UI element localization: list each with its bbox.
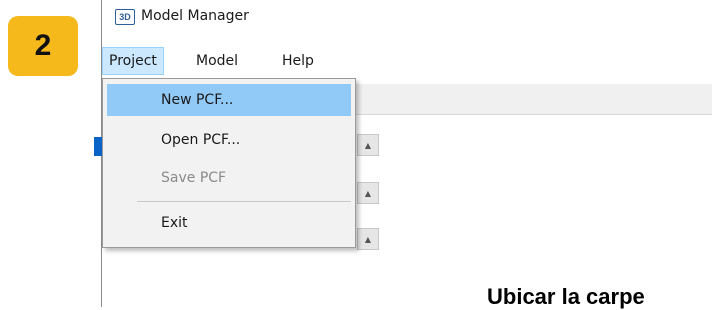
triangle-up-icon: ▲ [364, 188, 372, 198]
scroll-up-button[interactable]: ▲ [357, 228, 379, 250]
scroll-up-button[interactable]: ▲ [357, 182, 379, 204]
instruction-caption: Ubicar la carpe [487, 284, 645, 309]
menu-model[interactable]: Model [190, 47, 244, 75]
menu-project[interactable]: Project [102, 47, 164, 75]
scroll-up-button[interactable]: ▲ [357, 134, 379, 156]
step-number-badge: 2 [8, 16, 78, 76]
menu-item-save-pcf: Save PCF [161, 170, 227, 186]
menu-help[interactable]: Help [276, 47, 320, 75]
triangle-up-icon: ▲ [364, 140, 372, 150]
menu-item-exit[interactable]: Exit [107, 207, 351, 239]
menu-separator [137, 201, 351, 202]
project-menu-dropdown: New PCF... Open PCF... Save PCF Exit [102, 78, 356, 248]
menu-item-open-pcf[interactable]: Open PCF... [107, 124, 351, 156]
triangle-up-icon: ▲ [364, 234, 372, 244]
menu-item-new-pcf[interactable]: New PCF... [107, 84, 351, 116]
list-selection-marker [94, 137, 102, 156]
window-title: Model Manager [141, 8, 249, 24]
app-3d-icon: 3D [115, 9, 135, 25]
